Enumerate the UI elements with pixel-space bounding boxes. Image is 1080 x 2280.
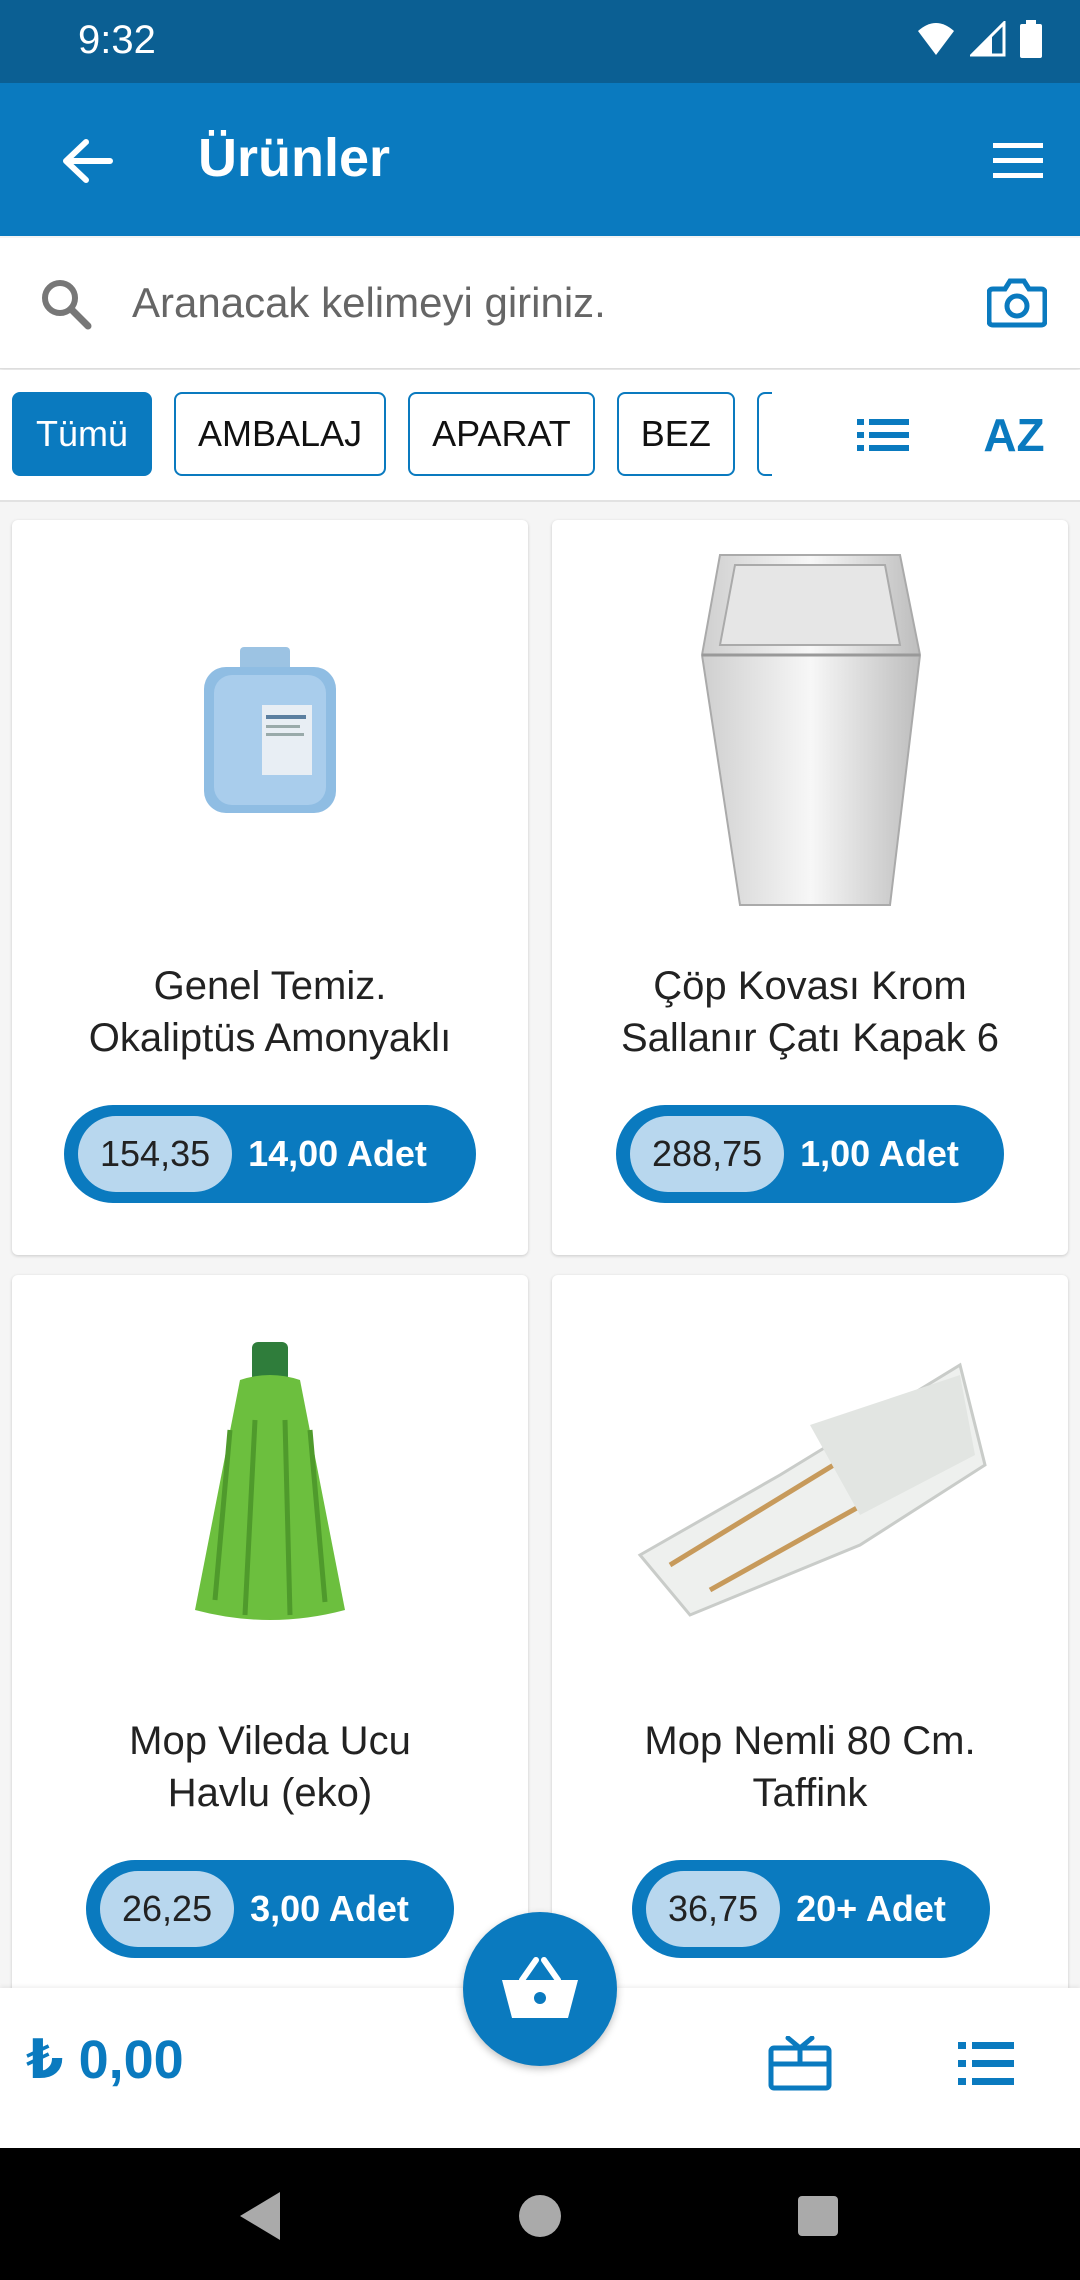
back-button[interactable] (48, 121, 128, 201)
product-card[interactable]: Çöp Kovası Krom Sallanır Çatı Kapak 6 28… (552, 520, 1068, 1255)
price-quantity-pill[interactable]: 26,25 3,00 Adet (86, 1860, 454, 1958)
cart-total: ₺ 0,00 (26, 2030, 184, 2090)
battery-icon (1020, 20, 1042, 58)
triangle-back-icon (240, 2192, 280, 2240)
product-image (552, 540, 1068, 920)
sort-az-icon: AZ (983, 409, 1045, 461)
product-quantity: 3,00 Adet (250, 1888, 409, 1929)
product-name: Çöp Kovası Krom Sallanır Çatı Kapak 6 (621, 964, 999, 1060)
gift-card-icon (768, 2036, 832, 2091)
product-image (552, 1295, 1068, 1675)
nav-recents-button[interactable] (788, 2186, 848, 2246)
chip-all[interactable]: Tümü (12, 392, 153, 476)
search-icon (42, 280, 92, 330)
hamburger-menu-icon (993, 143, 1043, 178)
circle-home-icon (519, 2195, 561, 2237)
menu-button[interactable] (978, 121, 1058, 201)
price-quantity-pill[interactable]: 36,75 20+ Adet (632, 1860, 990, 1958)
wifi-icon (918, 23, 954, 55)
product-name: Mop Vileda Ucu Havlu (eko) (129, 1719, 411, 1815)
product-card[interactable]: Genel Temiz. Okaliptüs Amonyaklı 154,35 … (12, 520, 528, 1255)
status-bar: 9:32 (0, 0, 1080, 83)
product-quantity: 20+ Adet (796, 1888, 946, 1929)
nav-back-button[interactable] (230, 2186, 290, 2246)
list-view-button[interactable] (848, 400, 918, 470)
category-chips: Tümü AMBALAJ APARAT BEZ (12, 392, 772, 478)
page-title: Ürünler (198, 128, 391, 188)
camera-icon (987, 278, 1047, 328)
flat-mop-icon (637, 1362, 987, 1617)
cart-fab-button[interactable] (463, 1912, 617, 2066)
search-bar (0, 238, 1080, 369)
search-input[interactable] (130, 262, 954, 344)
signal-icon (970, 21, 1006, 57)
product-quantity: 14,00 Adet (248, 1133, 427, 1174)
product-quantity: 1,00 Adet (800, 1133, 959, 1174)
chip-ambalaj[interactable]: AMBALAJ (174, 392, 387, 476)
price-quantity-pill[interactable]: 154,35 14,00 Adet (64, 1105, 476, 1203)
square-recents-icon (798, 2196, 838, 2236)
product-image (12, 540, 528, 920)
trash-bin-icon (700, 554, 922, 906)
list-icon (958, 2042, 1014, 2085)
chip-bez[interactable]: BEZ (616, 392, 735, 476)
status-icons (916, 20, 1042, 58)
product-card[interactable]: Mop Nemli 80 Cm. Taffink 36,75 20+ Adet (552, 1275, 1068, 2010)
chip-next-partial[interactable] (756, 392, 772, 476)
nav-home-button[interactable] (510, 2186, 570, 2246)
product-image (12, 1295, 528, 1675)
product-name: Mop Nemli 80 Cm. Taffink (644, 1719, 976, 1815)
category-filter-bar: Tümü AMBALAJ APARAT BEZ AZ (0, 370, 1080, 502)
product-price: 154,35 (78, 1116, 233, 1192)
campaigns-button[interactable] (760, 2024, 840, 2104)
chip-aparat[interactable]: APARAT (408, 392, 595, 476)
arrow-left-icon (63, 139, 113, 183)
product-name: Genel Temiz. Okaliptüs Amonyaklı (88, 964, 452, 1060)
orders-list-button[interactable] (946, 2024, 1026, 2104)
system-navigation-bar (0, 2148, 1080, 2280)
camera-button[interactable] (982, 268, 1052, 338)
product-card[interactable]: Mop Vileda Ucu Havlu (eko) 26,25 3,00 Ad… (12, 1275, 528, 2010)
sort-az-button[interactable]: AZ (974, 398, 1054, 472)
mop-head-icon (195, 1342, 345, 1620)
list-icon (857, 419, 909, 451)
jerrycan-icon (204, 647, 336, 813)
price-quantity-pill[interactable]: 288,75 1,00 Adet (616, 1105, 1004, 1203)
app-bar: Ürünler (0, 83, 1080, 236)
status-time: 9:32 (78, 18, 156, 62)
product-price: 288,75 (630, 1116, 785, 1192)
product-price: 36,75 (646, 1871, 781, 1947)
product-price: 26,25 (100, 1871, 235, 1947)
basket-icon (502, 1957, 578, 2018)
